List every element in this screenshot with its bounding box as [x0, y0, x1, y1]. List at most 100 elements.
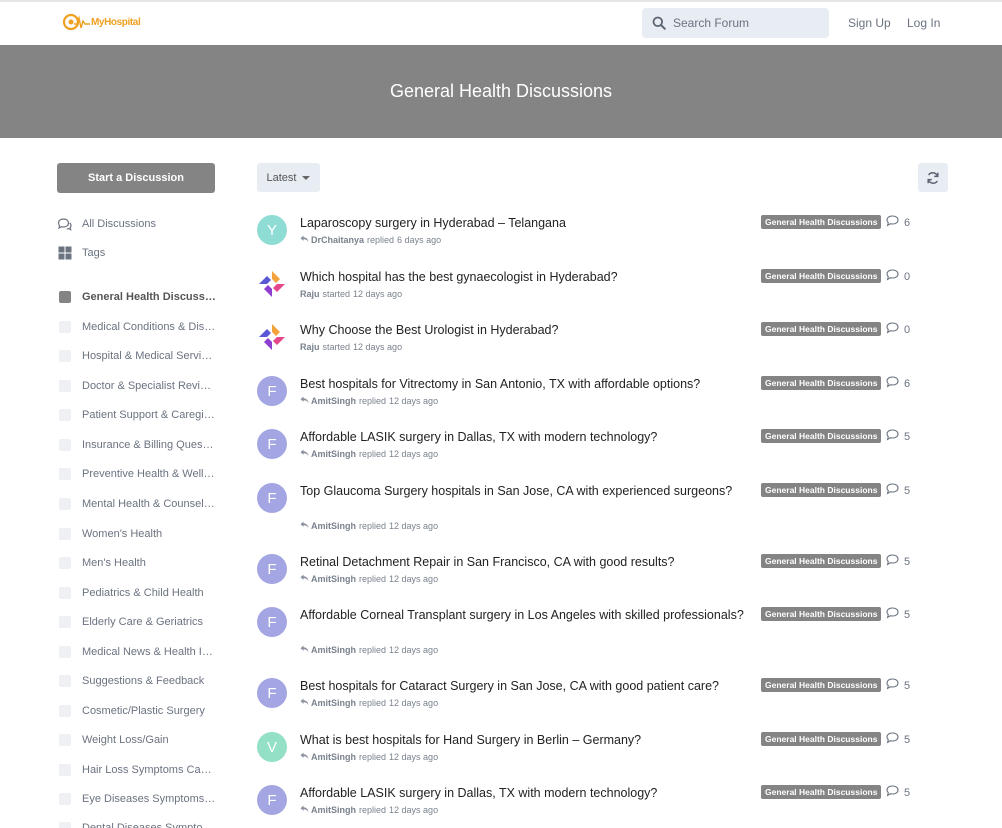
- discussion-title[interactable]: Which hospital has the best gynaecologis…: [300, 269, 745, 287]
- discussion-title[interactable]: Best hospitals for Vitrectomy in San Ant…: [300, 376, 745, 394]
- author-name[interactable]: AmitSingh: [311, 574, 356, 584]
- discussion-title[interactable]: Affordable Corneal Transplant surgery in…: [300, 607, 745, 625]
- tag-badge[interactable]: General Health Discussions: [761, 215, 882, 229]
- sidebar-tag-item[interactable]: Cosmetic/Plastic Surgery: [57, 703, 205, 719]
- discussion-row[interactable]: Which hospital has the best gynaecologis…: [257, 269, 957, 315]
- reply-icon: [300, 698, 309, 708]
- user-avatar[interactable]: Y: [257, 215, 287, 245]
- sidebar-tag-item[interactable]: Medical News & Health Insights: [57, 644, 216, 660]
- tag-badge[interactable]: General Health Discussions: [761, 678, 882, 692]
- sidebar-item-tags[interactable]: Tags: [57, 245, 105, 261]
- sidebar-tag-item[interactable]: Insurance & Billing Questions: [57, 437, 216, 453]
- discussion-meta: AmitSingh replied 12 days ago: [300, 449, 438, 459]
- sidebar-tag-item[interactable]: Elderly Care & Geriatrics: [57, 614, 203, 630]
- activity-verb: started: [322, 342, 351, 352]
- hero-banner: General Health Discussions: [0, 45, 1002, 138]
- user-avatar[interactable]: F: [257, 429, 287, 459]
- discussion-row[interactable]: Y Laparoscopy surgery in Hyderabad – Tela…: [257, 215, 957, 261]
- user-avatar[interactable]: F: [257, 678, 287, 708]
- tag-badge[interactable]: General Health Discussions: [761, 269, 882, 283]
- reply-icon: [300, 752, 309, 762]
- author-name[interactable]: AmitSingh: [311, 521, 356, 531]
- discussion-title[interactable]: Laparoscopy surgery in Hyderabad – Telan…: [300, 215, 745, 233]
- tags-grid-icon: [57, 246, 72, 261]
- user-avatar[interactable]: F: [257, 607, 287, 637]
- user-avatar[interactable]: F: [257, 376, 287, 406]
- tag-badge[interactable]: General Health Discussions: [761, 376, 882, 390]
- sidebar-tag-item[interactable]: Hospital & Medical Services: [57, 348, 216, 364]
- sidebar-item-all-discussions[interactable]: All Discussions: [57, 216, 156, 232]
- comment-bubble-icon: [886, 376, 899, 391]
- author-name[interactable]: AmitSingh: [311, 805, 356, 815]
- search-box[interactable]: [642, 8, 829, 38]
- tag-badge[interactable]: General Health Discussions: [761, 429, 882, 443]
- author-name[interactable]: Raju: [300, 342, 320, 352]
- discussion-row[interactable]: F Best hospitals for Cataract Surgery in …: [257, 678, 957, 724]
- tag-badge[interactable]: General Health Discussions: [761, 732, 882, 746]
- user-avatar[interactable]: V: [257, 732, 287, 762]
- discussion-row[interactable]: Why Choose the Best Urologist in Hyderab…: [257, 322, 957, 368]
- discussion-title[interactable]: What is best hospitals for Hand Surgery …: [300, 732, 745, 750]
- signup-link[interactable]: Sign Up: [848, 16, 891, 30]
- discussion-row[interactable]: F Retinal Detachment Repair in San Franci…: [257, 554, 957, 600]
- discussion-title[interactable]: Retinal Detachment Repair in San Francis…: [300, 554, 745, 572]
- sidebar-tag-item[interactable]: Weight Loss/Gain: [57, 732, 169, 748]
- tag-badge[interactable]: General Health Discussions: [761, 322, 882, 336]
- author-name[interactable]: AmitSingh: [311, 752, 356, 762]
- discussion-row[interactable]: F Affordable Corneal Transplant surgery i…: [257, 607, 957, 671]
- site-logo[interactable]: MyHospital: [62, 13, 141, 31]
- comment-bubble-icon: [886, 554, 899, 569]
- sidebar-tag-item[interactable]: Hair Loss Symptoms Causes: [57, 762, 216, 778]
- user-avatar[interactable]: [257, 269, 287, 299]
- tag-color-swatch: [57, 792, 72, 807]
- author-name[interactable]: AmitSingh: [311, 645, 356, 655]
- discussion-row[interactable]: F Affordable LASIK surgery in Dallas, TX …: [257, 429, 957, 475]
- tag-badge[interactable]: General Health Discussions: [761, 483, 882, 497]
- sidebar-tag-label: Dental Diseases Symptoms: [82, 822, 216, 828]
- start-discussion-button[interactable]: Start a Discussion: [57, 163, 215, 193]
- user-avatar[interactable]: F: [257, 483, 287, 513]
- sidebar-tag-item[interactable]: Eye Diseases Symptoms Causes: [57, 791, 216, 807]
- discussion-title[interactable]: Why Choose the Best Urologist in Hyderab…: [300, 322, 745, 340]
- refresh-icon: [927, 171, 939, 184]
- tag-color-swatch: [57, 527, 72, 542]
- author-name[interactable]: DrChaitanya: [311, 235, 364, 245]
- activity-time: 12 days ago: [389, 521, 439, 531]
- sidebar-tag-label: General Health Discussions: [82, 291, 216, 303]
- sidebar-tag-label: Men's Health: [82, 557, 146, 569]
- discussion-row[interactable]: F Top Glaucoma Surgery hospitals in San J…: [257, 483, 957, 547]
- sidebar-tag-item[interactable]: Suggestions & Feedback: [57, 673, 204, 689]
- sidebar-tag-item[interactable]: Women's Health: [57, 526, 162, 542]
- discussion-title[interactable]: Affordable LASIK surgery in Dallas, TX w…: [300, 429, 745, 447]
- sidebar-tag-item[interactable]: Pediatrics & Child Health: [57, 585, 204, 601]
- discussion-row[interactable]: F Affordable LASIK surgery in Dallas, TX …: [257, 785, 957, 828]
- discussion-title[interactable]: Best hospitals for Cataract Surgery in S…: [300, 678, 745, 696]
- search-input[interactable]: [673, 16, 823, 30]
- sidebar-tag-item[interactable]: Medical Conditions & Diseases: [57, 319, 216, 335]
- tag-badge[interactable]: General Health Discussions: [761, 785, 882, 799]
- discussion-title[interactable]: Top Glaucoma Surgery hospitals in San Jo…: [300, 483, 745, 501]
- author-name[interactable]: AmitSingh: [311, 449, 356, 459]
- discussion-row[interactable]: F Best hospitals for Vitrectomy in San An…: [257, 376, 957, 422]
- refresh-button[interactable]: [918, 163, 948, 192]
- sidebar-tag-item[interactable]: Patient Support & Caregiving: [57, 407, 216, 423]
- discussion-row[interactable]: V What is best hospitals for Hand Surgery…: [257, 732, 957, 778]
- author-name[interactable]: AmitSingh: [311, 698, 356, 708]
- user-avatar[interactable]: F: [257, 785, 287, 815]
- sidebar-tag-item[interactable]: General Health Discussions: [57, 289, 216, 305]
- sidebar-tag-item[interactable]: Preventive Health & Wellness: [57, 466, 216, 482]
- sort-dropdown[interactable]: Latest: [257, 163, 320, 192]
- sidebar-tag-item[interactable]: Dental Diseases Symptoms: [57, 820, 216, 828]
- user-avatar[interactable]: [257, 322, 287, 352]
- sidebar-tag-item[interactable]: Doctor & Specialist Reviews: [57, 378, 216, 394]
- discussion-title[interactable]: Affordable LASIK surgery in Dallas, TX w…: [300, 785, 745, 803]
- login-link[interactable]: Log In: [907, 16, 940, 30]
- tag-badge[interactable]: General Health Discussions: [761, 554, 882, 568]
- sidebar-tag-item[interactable]: Men's Health: [57, 555, 146, 571]
- sidebar-tag-item[interactable]: Mental Health & Counseling: [57, 496, 216, 512]
- author-name[interactable]: Raju: [300, 289, 320, 299]
- author-name[interactable]: AmitSingh: [311, 396, 356, 406]
- discussion-meta: AmitSingh replied 12 days ago: [300, 752, 438, 762]
- user-avatar[interactable]: F: [257, 554, 287, 584]
- tag-badge[interactable]: General Health Discussions: [761, 607, 882, 621]
